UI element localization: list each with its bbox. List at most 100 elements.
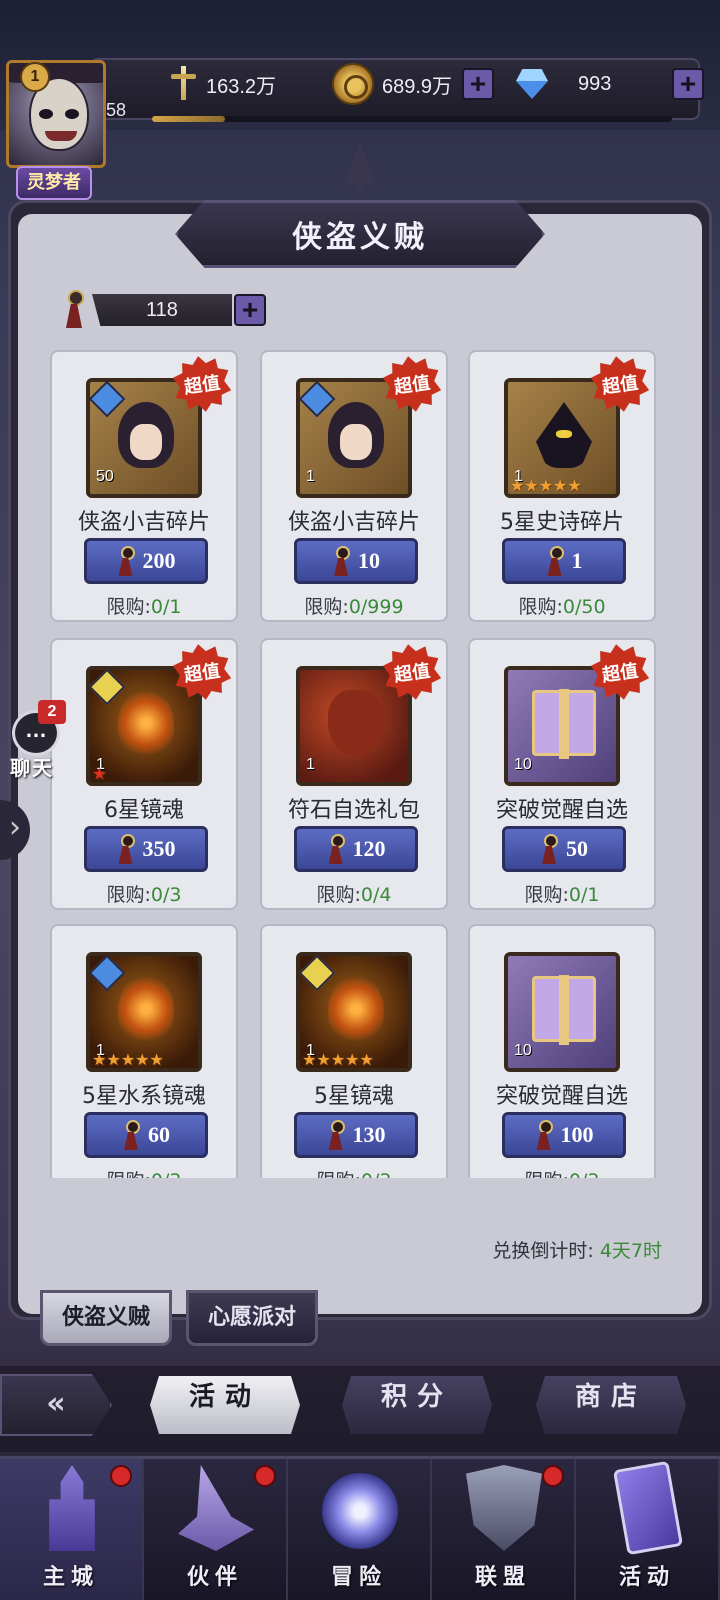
star-icon: ★ (330, 1050, 346, 1069)
star-icon: ★ (567, 476, 582, 495)
key-token-icon (327, 834, 345, 864)
subtab-phantom-thief[interactable]: 侠盗义贼 (40, 1290, 172, 1346)
panel-title: 侠盗义贼 (292, 220, 428, 255)
shop-item-card[interactable]: 10 突破觉醒自选 100 限购:0/3 (468, 924, 656, 1178)
item-icon-tile[interactable]: 1 ★ ★ ★ ★ ★ (86, 952, 202, 1072)
shield-icon (466, 1465, 542, 1551)
item-icon-tile[interactable]: 10 (504, 952, 620, 1072)
power-resource: 163.2万 (168, 64, 276, 104)
add-token-button[interactable]: + (234, 294, 266, 326)
water-element-icon (90, 956, 126, 992)
limit-label: 限购: (317, 1170, 361, 1178)
shop-item-card[interactable]: 1★★★★★ 5星镜魂 130 限购:0/3 (260, 924, 448, 1178)
purchase-limit: 限购:0/1 (470, 880, 654, 907)
activity-button[interactable]: 活动 (150, 1376, 300, 1434)
purchase-limit: 限购:0/4 (262, 880, 446, 907)
shop-item-card[interactable]: 50 超值 侠盗小吉碎片 200 限购:0/1 (50, 350, 238, 622)
limit-label: 限购: (106, 884, 151, 906)
limit-label: 限购: (304, 596, 349, 618)
shop-item-card[interactable]: 10 超值 突破觉醒自选 50 限购:0/1 (468, 638, 656, 910)
star-rating: ★ (92, 766, 106, 782)
diamond-value: 993 (578, 72, 612, 95)
player-level: 58 (106, 100, 127, 120)
points-button[interactable]: 积分 (342, 1376, 492, 1434)
shop-item-card[interactable]: 1 超值 符石自选礼包 120 限购:0/4 (260, 638, 448, 910)
subtab-wish-party[interactable]: 心愿派对 (186, 1290, 318, 1346)
limit-label: 限购: (525, 1170, 569, 1178)
buy-button[interactable]: 60 (84, 1112, 208, 1158)
countdown-label: 兑换倒计时: (492, 1240, 594, 1262)
item-art-icon (118, 690, 174, 756)
orb-icon (322, 1473, 398, 1549)
countdown-value: 4天7时 (599, 1240, 662, 1262)
item-quantity: 1 (306, 468, 315, 485)
item-art-icon (328, 402, 384, 468)
key-token-icon (117, 546, 135, 576)
buy-button[interactable]: 100 (502, 1112, 626, 1158)
water-element-icon (90, 382, 126, 418)
item-name: 5星史诗碎片 (500, 510, 624, 535)
shop-item-card[interactable]: 1 ★ ★ ★ ★ ★ 超值 5星史诗碎片 1 限购:0/50 (468, 350, 656, 622)
shop-button[interactable]: 商店 (536, 1376, 686, 1434)
star-icon: ★ (345, 1050, 360, 1069)
item-grid[interactable]: 50 超值 侠盗小吉碎片 200 限购:0/1 1 超值 侠盗小吉碎片 10 限购:0/999 1 ★… (40, 350, 680, 1178)
castle-icon (49, 1465, 95, 1551)
star-icon: ★ (120, 1050, 136, 1069)
gold-resource: 689.9万 + (332, 63, 495, 105)
key-token-icon (535, 1120, 553, 1150)
token-count: 118 (92, 294, 232, 326)
nav-item-cards[interactable]: 活动 (576, 1459, 720, 1600)
add-diamond-button[interactable]: + (672, 68, 704, 100)
notification-dot (542, 1465, 564, 1487)
add-gold-button[interactable]: + (462, 68, 495, 100)
buy-button[interactable]: 10 (294, 538, 418, 584)
key-token-icon (60, 290, 88, 330)
nav-item-orb[interactable]: 冒险 (288, 1459, 432, 1600)
star-icon: ★ (359, 1050, 374, 1069)
star-icon: ★ (302, 1050, 317, 1069)
item-price: 50 (566, 836, 588, 861)
chat-unread-badge: 2 (38, 700, 66, 724)
item-icon-tile[interactable]: 1 ★ ★ ★ ★ ★ (296, 952, 412, 1072)
gold-value: 689.9万 (382, 75, 453, 98)
buy-button[interactable]: 120 (294, 826, 418, 872)
nav-item-castle[interactable]: 主城 (0, 1459, 144, 1600)
limit-count: 0/1 (150, 596, 182, 618)
key-token-icon (546, 546, 564, 576)
notification-dot (110, 1465, 132, 1487)
back-button[interactable]: « (0, 1374, 112, 1436)
key-token-icon (117, 834, 135, 864)
chat-button[interactable]: 2 聊天 (4, 700, 68, 780)
shop-item-card[interactable]: 1 超值 侠盗小吉碎片 10 限购:0/999 (260, 350, 448, 622)
back-arrow-icon: « (46, 1386, 66, 1421)
coin-icon (332, 63, 374, 105)
star-icon: ★ (316, 1050, 331, 1069)
shop-item-card[interactable]: 1 ★ 超值 6星镜魂 350 限购:0/3 (50, 638, 238, 910)
player-title[interactable]: 灵梦者 (16, 166, 92, 200)
hat-icon (178, 1465, 254, 1551)
nav-item-shield[interactable]: 联盟 (432, 1459, 576, 1600)
item-name: 突破觉醒自选 (495, 1084, 628, 1109)
diamond-icon (512, 67, 552, 101)
water-element-icon (300, 382, 336, 418)
buy-button[interactable]: 130 (294, 1112, 418, 1158)
key-token-icon (332, 546, 350, 576)
light-element-icon (90, 670, 126, 706)
limit-label: 限购: (316, 884, 361, 906)
bottom-nav: 主城 伙伴 冒险 联盟 活动 (0, 1456, 720, 1600)
nav-label: 主城 (42, 1565, 99, 1590)
buy-button[interactable]: 350 (84, 826, 208, 872)
star-icon: ★ (510, 476, 525, 495)
chat-label: 聊天 (10, 756, 54, 780)
purchase-limit: 限购:0/50 (470, 592, 654, 619)
buy-button[interactable]: 200 (84, 538, 208, 584)
nav-item-hat[interactable]: 伙伴 (144, 1459, 288, 1600)
avatar-level-badge: 1 (20, 62, 50, 92)
purchase-limit: 限购:0/3 (52, 880, 236, 907)
buy-button[interactable]: 50 (502, 826, 626, 872)
buy-button[interactable]: 1 (502, 538, 626, 584)
purchase-limit: 限购:0/1 (52, 592, 236, 619)
shop-item-card[interactable]: 1★★★★★ 5星水系镜魂 60 限购:0/3 (50, 924, 238, 1178)
limit-count: 0/50 (562, 596, 606, 618)
purchase-limit: 限购:0/3 (262, 1166, 446, 1178)
